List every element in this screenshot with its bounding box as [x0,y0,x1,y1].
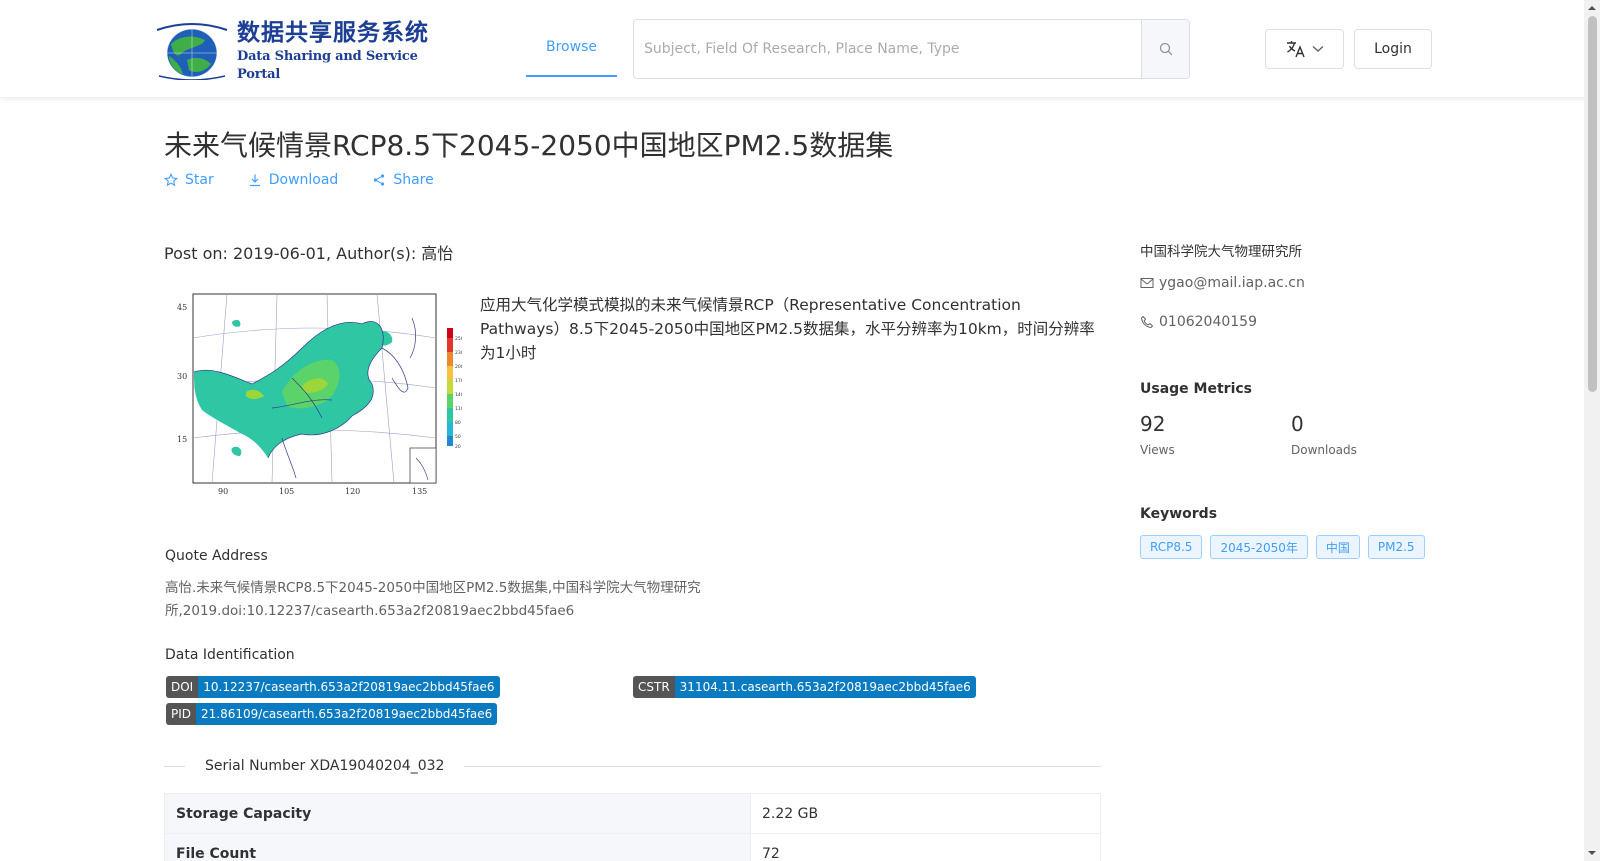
lon-label: 120 [345,487,360,496]
portal-logo[interactable]: 数据共享服务系统 Data Sharing and Service Portal [153,19,438,82]
doi-badge[interactable]: DOI 10.12237/casearth.653a2f20819aec2bbd… [166,676,500,698]
cstr-value: 31104.11.casearth.653a2f20819aec2bbd45fa… [674,676,976,698]
lon-label: 135 [412,487,427,496]
post-info: Post on: 2019-06-01, Author(s): 高怡 [164,244,454,263]
data-identification-label: Data Identification [165,647,295,663]
quote-address-text: 高怡.未来气候情景RCP8.5下2045-2050中国地区PM2.5数据集,中国… [165,580,701,619]
phone-icon [1140,315,1154,329]
keyword-tag[interactable]: 2045-2050年 [1210,535,1308,559]
email-text: ygao@mail.iap.ac.cn [1159,275,1305,291]
login-button[interactable]: Login [1354,29,1432,69]
scroll-thumb[interactable] [1588,16,1597,392]
scale-label: 200 [455,364,462,370]
contact-phone: 01062040159 [1140,314,1257,330]
nav-browse[interactable]: Browse [526,19,617,77]
cstr-key: CSTR [633,676,675,698]
doi-key: DOI [166,676,199,698]
table-key: Storage Capacity [164,793,751,834]
download-icon [249,174,260,187]
scale-label: 170 [455,378,462,384]
lat-label: 30 [177,372,187,381]
logo-english-title: Data Sharing and Service Portal [237,49,418,82]
usage-metrics-heading: Usage Metrics [1140,381,1252,397]
views-label: Views [1140,443,1175,457]
phone-text: 01062040159 [1159,314,1257,330]
star-icon [164,173,178,187]
table-value: 2.22 GB [750,793,1101,834]
share-icon [374,174,385,186]
lat-label: 45 [177,303,187,312]
star-button[interactable]: Star [164,172,214,188]
dataset-description: 应用大气化学模式模拟的未来气候情景RCP（Representative Conc… [480,296,1095,362]
search-box [633,19,1190,79]
scale-label: 230 [455,350,462,356]
keyword-tag[interactable]: RCP8.5 [1140,535,1203,559]
share-label: Share [393,172,434,188]
table-value: 72 [750,833,1101,861]
star-label: Star [185,172,214,188]
share-button[interactable]: Share [372,172,434,188]
globe-logo-icon [153,22,231,81]
language-switch-button[interactable] [1265,29,1344,69]
table-row: File Count 72 [164,833,1101,861]
serial-number: Serial Number XDA19040204_032 [185,758,465,774]
pid-key: PID [166,703,197,725]
page-scrollbar[interactable] [1584,0,1600,861]
keywords-list: RCP8.5 2045-2050年 中国 PM2.5 [1140,535,1425,559]
downloads-count: 0 [1291,412,1304,436]
chevron-down-icon [1312,45,1323,52]
mail-icon [1140,278,1154,288]
pid-badge[interactable]: PID 21.86109/casearth.653a2f20819aec2bbd… [166,703,498,725]
logo-chinese-title: 数据共享服务系统 [237,19,429,46]
keywords-heading: Keywords [1140,506,1218,522]
scale-label: 250 [455,336,462,342]
search-button[interactable] [1141,20,1189,78]
lon-label: 90 [218,487,228,496]
scale-label: 110 [455,406,462,412]
lon-label: 105 [279,487,294,496]
contact-email[interactable]: ygao@mail.iap.ac.cn [1140,275,1305,291]
table-row: Storage Capacity 2.22 GB [164,793,1101,834]
download-button[interactable]: Download [248,172,339,188]
scale-label: 140 [455,392,462,398]
downloads-label: Downloads [1291,443,1357,457]
organization-name: 中国科学院大气物理研究所 [1140,244,1302,260]
search-input[interactable] [634,20,1141,78]
scale-label: 80 [455,420,461,426]
views-count: 92 [1140,412,1166,436]
keyword-tag[interactable]: PM2.5 [1367,535,1425,559]
download-label: Download [268,172,339,188]
doi-value: 10.12237/casearth.653a2f20819aec2bbd45fa… [198,676,500,698]
dataset-preview-map[interactable]: 250 230 200 170 140 110 80 50 20 45 30 1… [172,288,464,498]
table-key: File Count [164,833,751,861]
translate-icon [1286,41,1305,58]
quote-address-label: Quote Address [165,548,268,564]
dataset-title: 未来气候情景RCP8.5下2045-2050中国地区PM2.5数据集 [164,129,894,162]
pid-value: 21.86109/casearth.653a2f20819aec2bbd45fa… [196,703,498,725]
search-icon [1159,42,1172,56]
keyword-tag[interactable]: 中国 [1315,535,1360,559]
dataset-actions: Star Download Share [164,172,434,188]
cstr-badge[interactable]: CSTR 31104.11.casearth.653a2f20819aec2bb… [633,676,976,698]
lat-label: 15 [177,435,187,444]
dataset-info-table: Storage Capacity 2.22 GB File Count 72 [164,793,1101,861]
scale-label: 50 [455,434,461,440]
scale-label: 20 [455,444,461,450]
top-header: 数据共享服务系统 Data Sharing and Service Portal… [0,0,1600,98]
scroll-down-arrow-icon[interactable] [1587,848,1597,858]
scroll-up-arrow-icon[interactable] [1587,3,1597,13]
